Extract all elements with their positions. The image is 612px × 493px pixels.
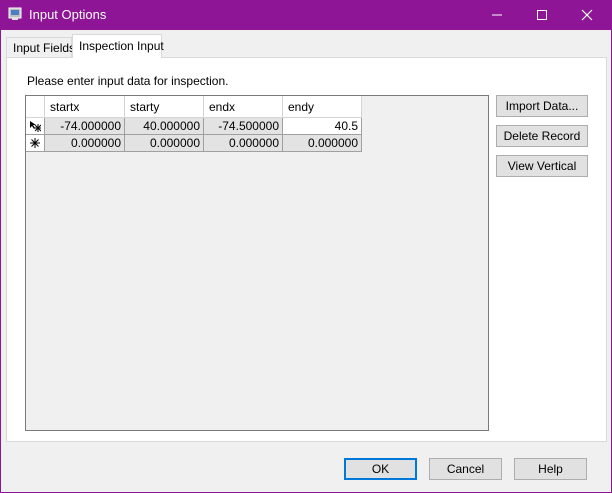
tab-input-fields[interactable]: Input Fields (6, 37, 75, 58)
cancel-button[interactable]: Cancel (429, 458, 502, 480)
grid-corner[interactable] (26, 96, 45, 118)
column-header-endy[interactable]: endy (283, 96, 362, 118)
row-selector[interactable] (26, 118, 45, 135)
instruction-text: Please enter input data for inspection. (27, 74, 229, 88)
column-header-endx[interactable]: endx (204, 96, 283, 118)
inspection-data-grid[interactable]: startx starty endx endy -74.000000 40.00… (25, 95, 489, 431)
table-row[interactable]: -74.000000 40.000000 -74.500000 40.5 (26, 118, 362, 135)
edit-new-row-icon (30, 121, 41, 132)
window-title: Input Options (29, 7, 107, 22)
close-button[interactable] (564, 0, 610, 30)
grid-header: startx starty endx endy (26, 96, 362, 118)
cell-starty[interactable]: 0.000000 (125, 135, 204, 152)
cell-starty[interactable]: 40.000000 (125, 118, 204, 135)
maximize-button[interactable] (519, 0, 565, 30)
cell-endy-editing[interactable]: 40.5 (283, 118, 362, 135)
maximize-icon (537, 10, 547, 20)
import-data-button[interactable]: Import Data... (496, 95, 588, 117)
cell-endx[interactable]: 0.000000 (204, 135, 283, 152)
cell-endy[interactable]: 0.000000 (283, 135, 362, 152)
column-header-starty[interactable]: starty (125, 96, 204, 118)
help-button[interactable]: Help (514, 458, 587, 480)
table-row[interactable]: 0.000000 0.000000 0.000000 0.000000 (26, 135, 362, 152)
tab-inspection-input[interactable]: Inspection Input (72, 34, 164, 58)
close-icon (581, 9, 593, 21)
view-vertical-button[interactable]: View Vertical (496, 155, 588, 177)
ok-button[interactable]: OK (344, 458, 417, 480)
new-row-asterisk-icon (30, 138, 40, 148)
title-bar: Input Options (0, 0, 612, 30)
column-header-startx[interactable]: startx (45, 96, 125, 118)
app-icon (8, 7, 22, 21)
cell-startx[interactable]: -74.000000 (45, 118, 125, 135)
cell-endx[interactable]: -74.500000 (204, 118, 283, 135)
row-selector[interactable] (26, 135, 45, 152)
delete-record-button[interactable]: Delete Record (496, 125, 588, 147)
minimize-icon (492, 14, 502, 16)
minimize-button[interactable] (474, 0, 520, 30)
cell-startx[interactable]: 0.000000 (45, 135, 125, 152)
